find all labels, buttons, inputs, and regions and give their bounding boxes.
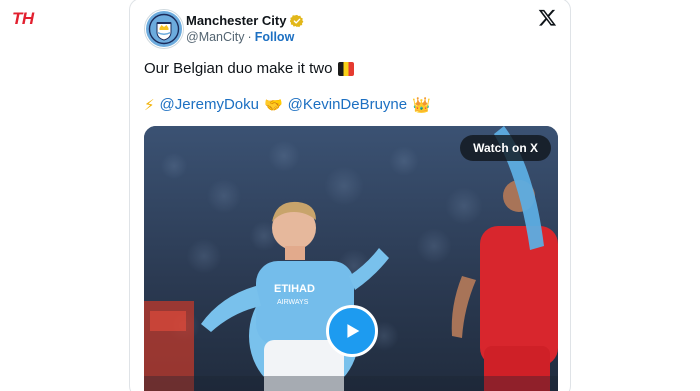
svg-text:AIRWAYS: AIRWAYS: [277, 299, 309, 306]
belgium-flag-icon: [338, 62, 355, 76]
tweet-video[interactable]: ETIHAD AIRWAYS Watch on X: [144, 126, 558, 391]
watch-on-x-button[interactable]: Watch on X: [460, 135, 551, 161]
author-handle-row: @ManCity · Follow: [186, 30, 294, 44]
author-handle[interactable]: @ManCity: [186, 30, 245, 44]
site-logo[interactable]: TH: [12, 9, 34, 29]
play-button[interactable]: [326, 305, 378, 357]
play-icon: [347, 324, 360, 338]
author-name-row[interactable]: Manchester City: [186, 13, 304, 28]
gold-verified-badge-icon: [290, 14, 304, 27]
embedded-tweet-card[interactable]: Manchester City @ManCity · Follow Our Belg…: [129, 0, 571, 391]
mention-kevin-de-bruyne[interactable]: @KevinDeBruyne: [288, 95, 407, 115]
x-logo-icon[interactable]: [538, 8, 557, 27]
high-voltage-icon: ⚡: [144, 96, 155, 114]
mention-jeremy-doku[interactable]: @JeremyDoku: [160, 95, 259, 115]
tweet-mentions-line: ⚡ @JeremyDoku 🤝 @KevinDeBruyne 👑: [144, 95, 431, 115]
follow-button[interactable]: Follow: [255, 30, 295, 44]
tweet-text: Our Belgian duo make it two: [144, 59, 355, 79]
svg-text:ETIHAD: ETIHAD: [274, 283, 315, 295]
author-avatar[interactable]: [144, 9, 184, 49]
handshake-icon: 🤝: [263, 96, 283, 114]
page: TH Manchester City @ManCity · Follow Our…: [0, 0, 700, 391]
man-city-crest-icon: [146, 11, 182, 47]
author-name[interactable]: Manchester City: [186, 13, 286, 28]
tweet-body-text: Our Belgian duo make it two: [144, 60, 333, 77]
crown-icon: 👑: [412, 96, 431, 114]
separator-dot: ·: [247, 30, 252, 44]
